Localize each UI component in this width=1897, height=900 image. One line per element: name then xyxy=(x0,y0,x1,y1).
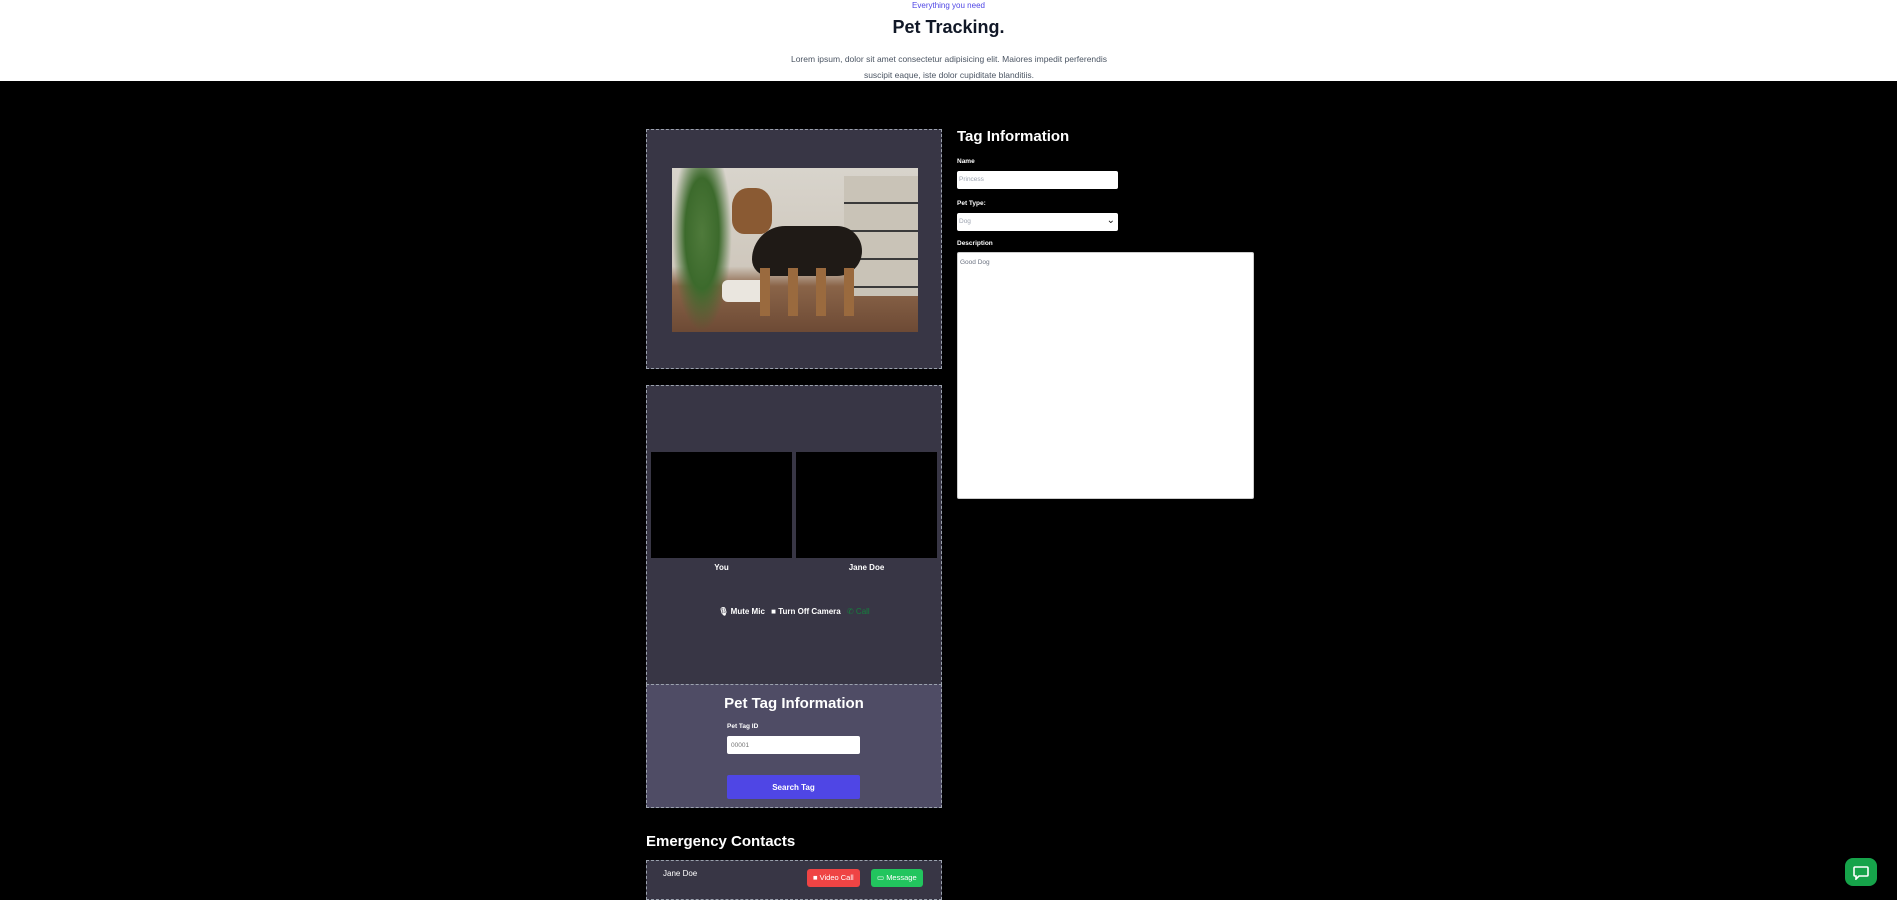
pet-photo-panel xyxy=(646,129,942,369)
contact-card: Jane Doe ■ Video Call ▭ Message xyxy=(646,860,942,900)
local-video xyxy=(651,452,792,558)
hero-eyebrow: Everything you need xyxy=(912,1,985,10)
pet-tag-search-panel: Pet Tag Information Pet Tag ID Search Ta… xyxy=(646,684,942,808)
phone-icon: ✆ xyxy=(846,607,854,616)
name-label: Name xyxy=(957,158,975,165)
pet-tag-id-label: Pet Tag ID xyxy=(727,723,759,730)
local-video-label: You xyxy=(714,563,729,572)
mute-mic-button[interactable]: 🎙 Mute Mic xyxy=(718,607,767,616)
contact-name: Jane Doe xyxy=(663,869,698,878)
pet-type-select[interactable]: Dog ⌄ xyxy=(957,213,1118,231)
chevron-down-icon: ⌄ xyxy=(1106,215,1115,226)
chat-bubble-icon: ▭ xyxy=(877,873,885,882)
name-input[interactable]: Princess xyxy=(957,171,1118,189)
call-controls: 🎙 Mute Mic ■ Turn Off Camera ✆ Call xyxy=(647,607,941,616)
pet-tag-heading: Pet Tag Information xyxy=(724,695,864,712)
microphone-icon: 🎙 xyxy=(718,607,729,616)
message-button[interactable]: ▭ Message xyxy=(871,869,923,887)
chat-icon xyxy=(1853,866,1869,880)
video-call-panel: You Jane Doe 🎙 Mute Mic ■ Turn Off Camer… xyxy=(646,385,942,685)
camera-toggle-button[interactable]: ■ Turn Off Camera xyxy=(771,607,843,616)
pet-type-label: Pet Type: xyxy=(957,200,986,207)
call-button[interactable]: ✆ Call xyxy=(847,607,870,616)
description-textarea[interactable]: Good Dog xyxy=(957,252,1254,499)
page-title: Pet Tracking. xyxy=(892,17,1005,37)
hero-subtitle: Lorem ipsum, dolor sit amet consectetur … xyxy=(790,54,1108,80)
emergency-contacts-heading: Emergency Contacts xyxy=(646,833,796,850)
remote-video-label: Jane Doe xyxy=(848,563,885,572)
pet-tag-id-input[interactable] xyxy=(727,736,860,754)
hero-section: Everything you need Pet Tracking. Lorem … xyxy=(0,0,1897,81)
tag-information-heading: Tag Information xyxy=(957,128,1070,145)
video-camera-icon: ■ xyxy=(771,607,776,616)
video-camera-icon: ■ xyxy=(813,873,818,882)
video-call-button[interactable]: ■ Video Call xyxy=(807,869,860,887)
remote-video xyxy=(796,452,937,558)
chat-widget-button[interactable] xyxy=(1845,858,1877,886)
description-label: Description xyxy=(957,240,993,247)
search-tag-button[interactable]: Search Tag xyxy=(727,775,860,799)
pet-photo xyxy=(672,168,918,332)
